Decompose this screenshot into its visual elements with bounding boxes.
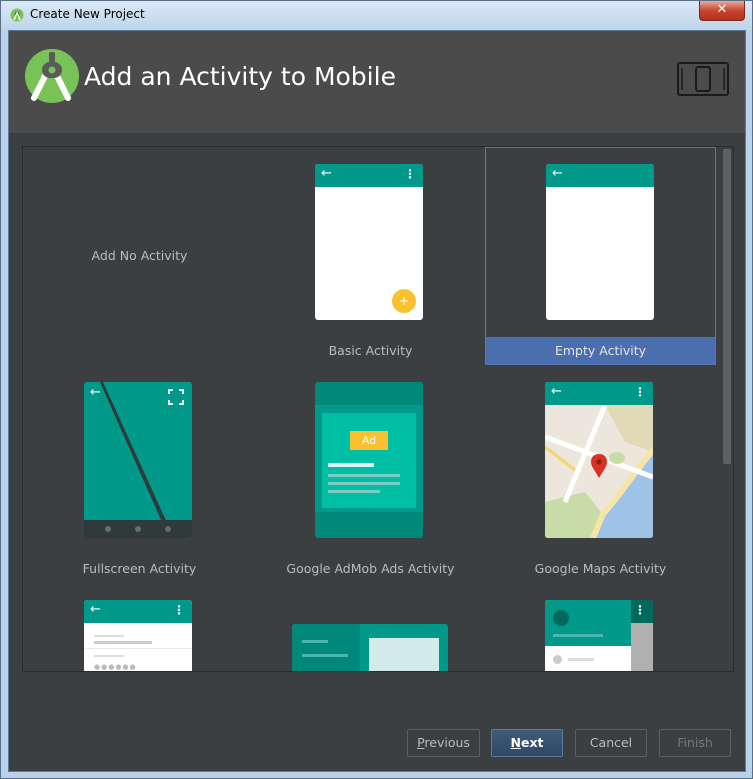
overflow-menu-icon: ⋮ [173,603,185,617]
header-banner: Add an Activity to Mobile [9,31,745,133]
empty-activity-thumbnail: ← [546,164,654,320]
previous-label: revious [424,735,470,750]
activity-label: Google Maps Activity [534,561,667,576]
android-studio-icon [10,8,24,22]
overflow-menu-icon: ⋮ [634,385,646,399]
maps-activity-thumbnail: ← ⋮ [545,382,653,538]
activity-basic[interactable]: ← ⋮ + Basic Activity [255,148,486,366]
android-studio-logo [25,49,79,103]
overflow-menu-icon: ⋮ [404,167,416,181]
window-title: Create New Project [30,7,145,21]
activity-empty[interactable]: ← Empty Activity [485,147,716,365]
next-mnemonic: N [510,735,521,750]
activity-navigation-drawer[interactable]: ⋮ [485,584,716,671]
gallery-scrollbar[interactable] [721,147,733,671]
fullscreen-activity-thumbnail: ← [84,382,192,538]
activity-label: Empty Activity [486,337,715,364]
basic-activity-thumbnail: ← ⋮ + [315,164,423,320]
activity-gallery: Add No Activity ← ⋮ + Basic Activity ← E… [22,146,734,672]
next-label: ext [520,735,544,750]
fullscreen-icon [168,389,184,405]
back-arrow-icon: ← [90,385,101,400]
activity-login[interactable]: ← ⋮ ●●●●●● [24,584,255,671]
title-bar: Create New Project ✕ [1,1,752,30]
page-title: Add an Activity to Mobile [84,62,396,91]
activity-grid: Add No Activity ← ⋮ + Basic Activity ← E… [23,147,723,671]
scrollbar-thumb[interactable] [723,149,731,464]
login-activity-thumbnail: ← ⋮ ●●●●●● [84,600,192,671]
fab-icon: + [392,289,416,313]
cancel-button[interactable]: Cancel [575,729,647,757]
ad-card: Ad [322,413,416,508]
activity-admob[interactable]: Ad Google AdMob Ads Activity [255,366,486,584]
back-arrow-icon: ← [551,384,562,399]
ad-badge: Ad [350,431,388,450]
back-arrow-icon: ← [552,166,563,181]
activity-label: Google AdMob Ads Activity [286,561,455,576]
activity-google-maps[interactable]: ← ⋮ Google Maps Activity [485,366,716,584]
back-arrow-icon: ← [90,602,101,617]
previous-button[interactable]: Previous [407,729,480,757]
navigation-drawer-thumbnail: ⋮ [545,600,653,671]
activity-no-activity[interactable]: Add No Activity [24,148,255,366]
map-illustration [545,404,653,538]
overflow-menu-icon: ⋮ [634,603,646,617]
finish-button[interactable]: Finish [659,729,731,757]
back-arrow-icon: ← [321,166,332,181]
master-detail-thumbnail [292,624,448,671]
activity-label: Fullscreen Activity [82,561,197,576]
activity-fullscreen[interactable]: ← Fullscreen Activity [24,366,255,584]
close-button[interactable]: ✕ [699,1,745,21]
activity-label: Add No Activity [91,248,188,263]
admob-activity-thumbnail: Ad [315,382,423,538]
dialog-content: Add an Activity to Mobile Add No Activit… [8,30,746,772]
activity-label: Basic Activity [328,343,413,358]
dialog-window: Create New Project ✕ Add an Activity to … [0,0,753,779]
next-button[interactable]: Next [491,729,563,757]
activity-master-detail[interactable] [255,584,486,671]
mobile-tablet-icon [677,62,729,96]
